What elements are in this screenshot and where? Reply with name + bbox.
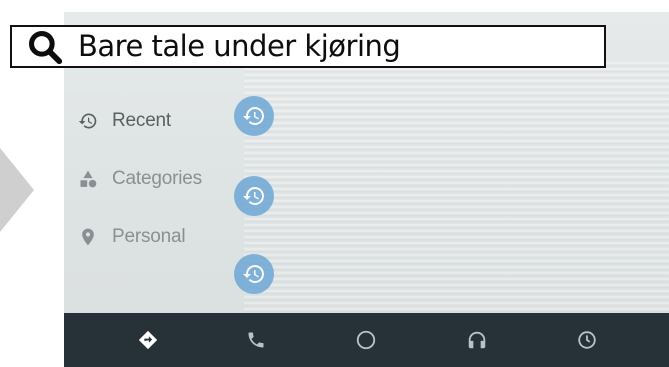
search-icon (26, 27, 66, 67)
caption-text: Bare tale under kjøring (78, 29, 401, 63)
home-button[interactable] (346, 313, 386, 367)
phone-button[interactable] (236, 313, 276, 367)
history-icon[interactable] (234, 254, 274, 294)
screen-glare (244, 62, 669, 312)
navigation-button[interactable] (128, 313, 168, 367)
overview-button[interactable] (567, 313, 607, 367)
previous-arrow-icon[interactable] (0, 148, 34, 232)
sidebar: Recent Categories Personal (64, 92, 234, 266)
bottom-nav-bar (64, 313, 669, 367)
sidebar-item-personal[interactable]: Personal (64, 208, 234, 266)
sidebar-item-categories[interactable]: Categories (64, 150, 234, 208)
clock-icon (578, 331, 596, 349)
directions-icon (138, 330, 158, 350)
home-circle-icon (356, 330, 376, 350)
music-button[interactable] (457, 313, 497, 367)
history-icon[interactable] (234, 96, 274, 136)
sidebar-item-label: Recent (112, 110, 172, 131)
history-icon[interactable] (234, 176, 274, 216)
search-caption-bar: Bare tale under kjøring (10, 25, 606, 68)
sidebar-item-label: Personal (112, 226, 186, 247)
location-pin-icon (78, 227, 98, 247)
phone-icon (248, 332, 264, 348)
sidebar-item-label: Categories (112, 168, 202, 189)
history-icon (78, 111, 98, 131)
categories-icon (78, 169, 98, 189)
headphones-icon (468, 331, 486, 349)
sidebar-item-recent[interactable]: Recent (64, 92, 234, 150)
